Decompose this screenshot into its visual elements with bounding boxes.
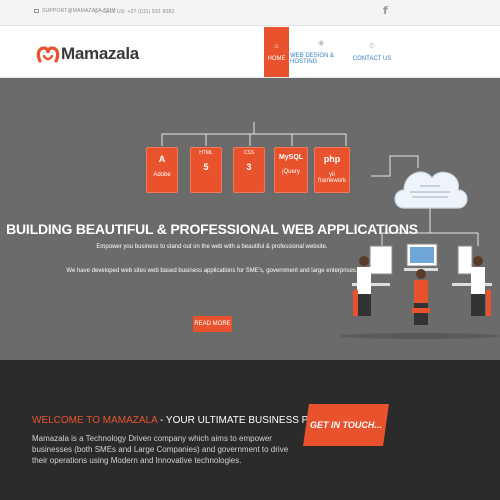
top-bar: SUPPORT@MAMAZALA.COM ✆ CALL US: +27 (011… [0, 0, 500, 26]
phone-text: CALL US: +27 (011) 591 8082 [102, 8, 175, 15]
tech-label: HTML [199, 150, 213, 156]
get-in-touch-label: GET IN TOUCH... [310, 420, 382, 430]
welcome-section: WELCOME TO MAMAZALA - YOUR ULTIMATE BUSI… [0, 360, 500, 500]
mysql-icon: MySQL [278, 154, 304, 161]
nav-web-design-hosting[interactable]: ◉ WEB DESIGN & HOSTING [290, 27, 352, 77]
phone-icon: ✆ [94, 9, 100, 15]
nav-home[interactable]: ⌂ HOME [264, 27, 289, 77]
about-text: Mamazala is a Technology Driven company … [32, 434, 289, 465]
logo[interactable]: Mamazala [36, 43, 139, 65]
nav-contact-label: CONTACT US [352, 56, 392, 62]
css3-icon: 3 [246, 162, 252, 172]
tech-badge-adobe: A Adobe [146, 147, 178, 193]
nav-home-label: HOME [267, 55, 286, 62]
html5-icon: 5 [203, 162, 209, 172]
adobe-icon: A [158, 154, 166, 164]
hero-illustration [161, 122, 500, 339]
tech-badge-php-yii: php yii framework [314, 147, 350, 193]
hero-banner: A Adobe HTML 5 CSS 3 MySQL jQuery php yi… [0, 78, 500, 360]
tech-badge-mysql-jquery: MySQL jQuery [274, 147, 308, 193]
nav-contact-us[interactable]: ✆ CONTACT US [352, 27, 392, 77]
brand-name: Mamazala [61, 44, 139, 63]
php-icon: php [323, 154, 341, 164]
tech-label: yii framework [317, 172, 346, 184]
tech-badge-css3: CSS 3 [233, 147, 265, 193]
mail-icon [34, 9, 39, 13]
tech-badge-html5: HTML 5 [190, 147, 222, 193]
welcome-accent: WELCOME TO MAMAZALA [32, 415, 158, 426]
tech-label: jQuery [282, 169, 300, 175]
facebook-icon[interactable]: f [383, 4, 388, 17]
hero-subtitle: Empower you business to stand out on the… [96, 244, 328, 250]
logo-icon [36, 43, 60, 65]
hero-description: We have developed web sites web based bu… [66, 268, 358, 274]
tech-label: Adobe [153, 172, 171, 178]
read-more-button[interactable]: READ MORE [193, 316, 232, 332]
phone-contact: ✆ CALL US: +27 (011) 591 8082 [94, 8, 175, 16]
globe-icon: ◉ [317, 40, 325, 47]
office-scene [340, 243, 500, 339]
get-in-touch-button[interactable]: GET IN TOUCH... [303, 404, 389, 446]
hero-title: BUILDING BEAUTIFUL & PROFESSIONAL WEB AP… [6, 221, 418, 237]
home-icon: ⌂ [274, 42, 279, 50]
phone-icon: ✆ [369, 43, 375, 50]
nav-web-label: WEB DESIGN & HOSTING [290, 53, 335, 65]
tech-label: CSS [243, 150, 255, 156]
welcome-heading: WELCOME TO MAMAZALA - YOUR ULTIMATE BUSI… [32, 415, 349, 426]
